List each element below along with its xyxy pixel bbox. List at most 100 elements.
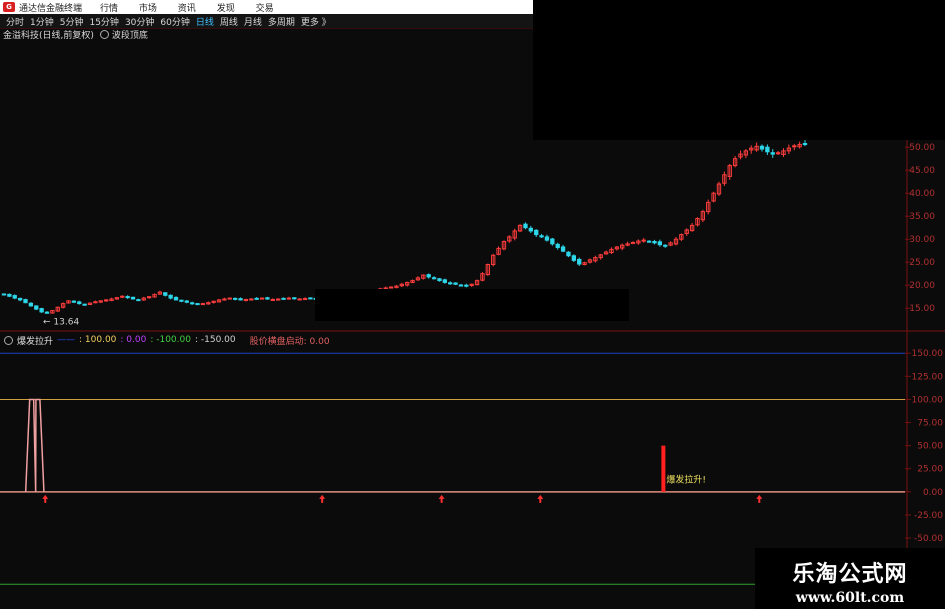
candle-body xyxy=(528,227,533,232)
redaction-block-top-right xyxy=(533,0,945,140)
low-price-label: ← 13.64 xyxy=(43,317,79,327)
overlay-label[interactable]: 波段顶底 xyxy=(112,28,148,41)
price-axis-label: 15.00 xyxy=(909,304,935,314)
indicator-axis-label: 25.00 xyxy=(917,465,943,475)
candle-body xyxy=(286,297,292,300)
candle-body xyxy=(276,298,281,301)
candle-body xyxy=(802,143,808,146)
candle-body xyxy=(663,244,668,247)
candle-body xyxy=(281,297,286,300)
candle-body xyxy=(71,300,77,303)
candle-body xyxy=(254,297,259,300)
up-arrow-icon xyxy=(756,494,763,503)
up-arrow-icon xyxy=(438,494,445,503)
candle-body xyxy=(534,229,539,236)
candle-body xyxy=(39,308,44,313)
price-axis-label: 35.00 xyxy=(909,212,935,222)
candle-body xyxy=(136,299,141,302)
menu-item-quotes[interactable]: 行情 xyxy=(100,4,118,14)
candle-body xyxy=(120,295,125,298)
candle-body xyxy=(641,239,646,242)
candle-body xyxy=(657,241,663,246)
candle-body xyxy=(302,298,308,301)
candle-body xyxy=(44,311,50,314)
candle-body xyxy=(464,284,469,287)
indicator-name[interactable]: 爆发拉升 xyxy=(17,334,53,347)
chart-title: 金溢科技(日线,前复权) xyxy=(3,30,94,41)
candle-body xyxy=(168,294,173,299)
indicator-axis-label: 150.00 xyxy=(912,349,944,359)
menu-item-discover[interactable]: 发现 xyxy=(217,4,235,14)
candle-body xyxy=(7,293,12,297)
candle-body xyxy=(265,297,270,300)
candle-body xyxy=(770,152,775,155)
tab-1min[interactable]: 1分钟 xyxy=(30,15,54,28)
candle-body xyxy=(448,282,453,285)
candle-body xyxy=(426,274,431,278)
indicator-value-zero: : 0.00 xyxy=(120,335,147,345)
candle-body xyxy=(539,235,544,238)
overlay-toggle-icon[interactable] xyxy=(99,29,109,39)
tab-monthly[interactable]: 月线 xyxy=(244,15,262,28)
indicator-header: 爆发拉升 —— : 100.00 : 0.00 : -100.00 : -150… xyxy=(0,334,334,347)
price-axis-label: 50.00 xyxy=(909,143,935,153)
tab-15min[interactable]: 15分钟 xyxy=(89,15,118,28)
candle-body xyxy=(34,305,39,310)
candle-body xyxy=(200,303,206,306)
candle-body xyxy=(560,246,566,252)
tab-30min[interactable]: 30分钟 xyxy=(125,15,154,28)
tab-intraday[interactable]: 分时 xyxy=(6,15,24,28)
main-menu: 行情 市场 资讯 发现 交易 xyxy=(100,1,292,14)
candle-body xyxy=(125,296,130,299)
candle-body xyxy=(17,297,23,301)
tab-multi-period[interactable]: 多周期 xyxy=(268,15,295,28)
indicator-axis-label: 100.00 xyxy=(912,395,944,405)
signal-label: 爆发拉升! xyxy=(666,474,706,486)
tab-5min[interactable]: 5分钟 xyxy=(60,15,84,28)
app-logo-icon: G xyxy=(3,2,15,12)
indicator-extra-value: 股价横盘启动: 0.00 xyxy=(249,336,330,347)
window-title: 通达信金融终端 xyxy=(19,3,83,14)
menu-item-trade[interactable]: 交易 xyxy=(256,4,274,14)
tab-more[interactable]: 更多 》 xyxy=(301,15,331,28)
candle-body xyxy=(566,251,571,257)
candle-body xyxy=(184,300,189,303)
watermark: 乐淘公式网 www.60lt.com xyxy=(755,548,945,609)
tab-60min[interactable]: 60分钟 xyxy=(160,15,189,28)
candle-body xyxy=(227,297,232,300)
candle-body xyxy=(458,284,464,287)
candle-body xyxy=(12,295,17,299)
menu-item-news[interactable]: 资讯 xyxy=(178,4,196,14)
candle-body xyxy=(189,302,195,305)
candle-body xyxy=(388,286,394,289)
candle-body xyxy=(82,303,87,306)
candle-body xyxy=(270,298,275,301)
candle-body xyxy=(646,240,652,243)
candle-body xyxy=(238,298,243,301)
indicator-axis-label: 125.00 xyxy=(912,372,944,382)
tab-daily[interactable]: 日线 xyxy=(196,15,214,28)
price-axis-label: 30.00 xyxy=(909,235,935,245)
candle-body xyxy=(77,301,82,305)
tab-weekly[interactable]: 周线 xyxy=(220,15,238,28)
candle-body xyxy=(555,243,560,248)
indicator-toggle-icon[interactable] xyxy=(4,335,13,345)
menu-item-market[interactable]: 市场 xyxy=(139,4,157,14)
candle-body xyxy=(1,293,7,296)
indicator-value-lower: : -100.00 xyxy=(150,335,191,345)
candle-body xyxy=(308,297,313,300)
candle-body xyxy=(523,223,528,229)
candle-body xyxy=(437,278,442,282)
price-axis-label: 20.00 xyxy=(909,281,935,291)
indicator-value-upper: : 100.00 xyxy=(79,335,117,345)
candle-body xyxy=(759,145,765,150)
candle-body xyxy=(630,241,636,244)
up-arrow-icon xyxy=(319,494,326,503)
indicator-axis-label: -50.00 xyxy=(914,534,943,544)
candle-body xyxy=(259,297,265,300)
candle-body xyxy=(297,298,302,301)
candle-body xyxy=(442,279,447,283)
candle-body xyxy=(173,296,179,301)
up-arrow-icon xyxy=(42,494,49,503)
candle-body xyxy=(577,258,582,265)
